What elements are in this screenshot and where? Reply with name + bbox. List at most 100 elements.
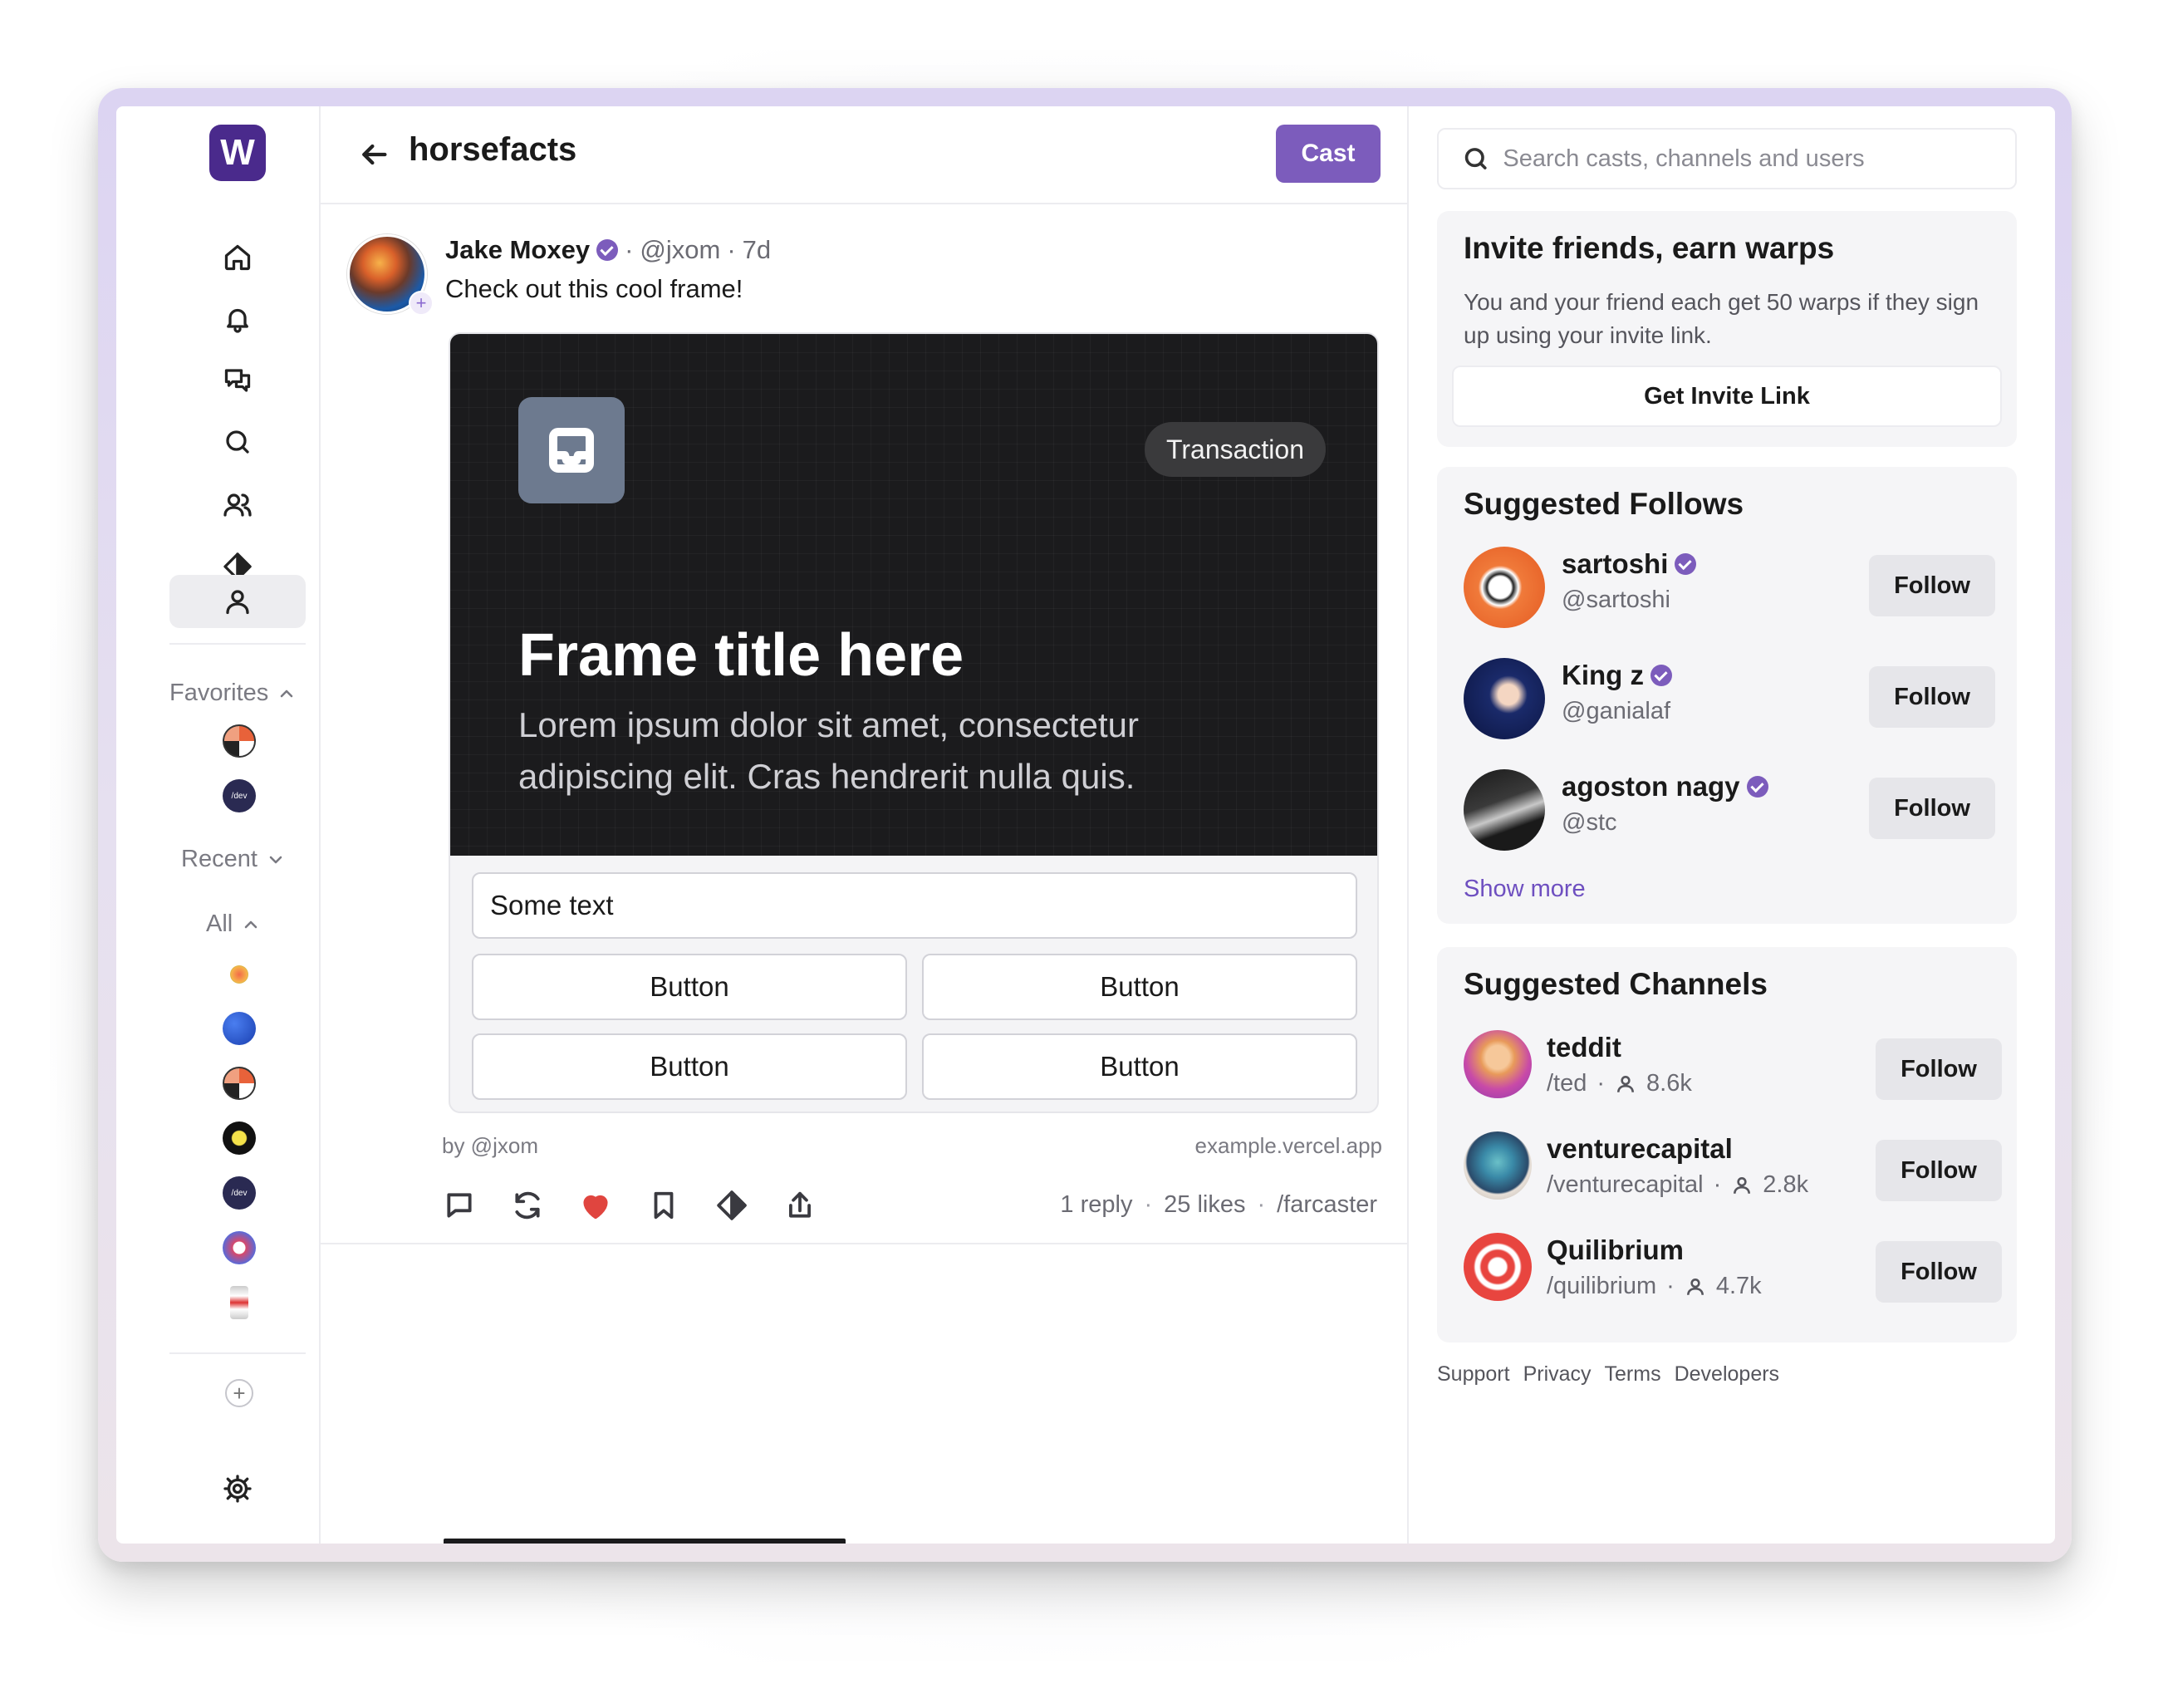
channel-4[interactable]	[223, 1121, 256, 1155]
inbox-icon	[518, 397, 625, 503]
user-name[interactable]: agoston nagy	[1562, 771, 1768, 802]
heart-icon[interactable]	[578, 1188, 613, 1223]
diamond-icon[interactable]	[714, 1188, 749, 1223]
suggested-channels-card: Suggested Channels teddit /ted · 8.6k Fo…	[1437, 947, 2017, 1342]
list-item: teddit /ted · 8.6k Follow	[1464, 1030, 2017, 1113]
channel-path[interactable]: /venturecapital	[1547, 1171, 1704, 1199]
follow-plus-icon[interactable]: +	[409, 291, 434, 316]
search-box[interactable]	[1437, 128, 2017, 189]
frame-author[interactable]: by @jxom	[442, 1133, 538, 1159]
frame-button-2[interactable]: Button	[922, 954, 1357, 1020]
invite-text: You and your friend each get 50 warps if…	[1464, 289, 1979, 348]
author-handle[interactable]: @jxom	[640, 235, 720, 265]
avatar[interactable]	[1464, 547, 1545, 628]
channel-meta: /ted · 8.6k	[1547, 1070, 1692, 1097]
reply-count[interactable]: 1 reply	[1060, 1191, 1132, 1219]
reply-icon[interactable]	[442, 1188, 477, 1223]
post-time[interactable]: 7d	[743, 235, 771, 265]
member-count: 4.7k	[1715, 1273, 1762, 1299]
avatar[interactable]	[1464, 658, 1545, 739]
favorites-label: Favorites	[169, 680, 269, 706]
suggested-follows-title: Suggested Follows	[1464, 487, 1744, 521]
channel-dev[interactable]: /dev	[223, 1176, 256, 1210]
post-stats: 1 reply · 25 likes · /farcaster	[1060, 1191, 1377, 1219]
frame-text-input[interactable]: Some text	[472, 872, 1357, 939]
like-count[interactable]: 25 likes	[1164, 1191, 1245, 1219]
channel-7[interactable]	[230, 1286, 248, 1319]
follow-button[interactable]: Follow	[1876, 1038, 2002, 1100]
post-channel[interactable]: /farcaster	[1277, 1191, 1377, 1219]
member-count: 8.6k	[1646, 1070, 1692, 1097]
frame-button-1[interactable]: Button	[472, 954, 907, 1020]
bell-icon[interactable]	[208, 292, 267, 346]
verified-icon	[1650, 665, 1672, 686]
frame-button-4[interactable]: Button	[922, 1033, 1357, 1100]
footer-link-privacy[interactable]: Privacy	[1523, 1362, 1592, 1387]
channel-blue[interactable]	[223, 1012, 256, 1045]
favorites-toggle[interactable]: Favorites	[169, 680, 297, 707]
channel-name[interactable]: teddit	[1547, 1032, 1621, 1063]
home-icon[interactable]	[208, 231, 267, 284]
avatar[interactable]	[1464, 769, 1545, 851]
post-divider	[321, 1243, 1407, 1244]
user-name[interactable]: King z	[1562, 660, 1672, 691]
frame-embed: Transaction Frame title here Lorem ipsum…	[449, 332, 1379, 1113]
follow-button[interactable]: Follow	[1869, 666, 1995, 728]
meta-separator: ·	[727, 235, 736, 264]
recent-toggle[interactable]: Recent	[181, 846, 286, 873]
search-input[interactable]	[1503, 145, 1992, 173]
recast-icon[interactable]	[510, 1188, 545, 1223]
user-handle[interactable]: @stc	[1562, 809, 1617, 837]
cast-button[interactable]: Cast	[1276, 125, 1381, 183]
add-channel-icon[interactable]: +	[225, 1379, 253, 1407]
user-handle[interactable]: @ganialaf	[1562, 698, 1670, 725]
frame-image[interactable]: Transaction Frame title here Lorem ipsum…	[450, 334, 1377, 856]
favorite-channel-dev[interactable]: /dev	[223, 779, 256, 812]
user-icon	[1617, 1075, 1635, 1092]
feed-header: horsefacts Cast	[321, 106, 1407, 204]
channel-path[interactable]: /ted	[1547, 1070, 1587, 1097]
follow-button[interactable]: Follow	[1876, 1241, 2002, 1303]
author-name[interactable]: Jake Moxey	[445, 235, 590, 265]
back-arrow-icon[interactable]	[357, 138, 390, 171]
invite-card: Invite friends, earn warps You and your …	[1437, 211, 2017, 447]
user-name[interactable]: sartoshi	[1562, 548, 1697, 580]
gear-icon[interactable]	[208, 1462, 267, 1515]
footer-link-support[interactable]: Support	[1437, 1362, 1510, 1387]
user-icon	[226, 590, 249, 615]
channel-6[interactable]	[223, 1231, 256, 1264]
footer-links: Support Privacy Terms Developers	[1437, 1362, 1779, 1387]
channel-meta: /venturecapital · 2.8k	[1547, 1171, 1809, 1199]
channel-name[interactable]: Quilibrium	[1547, 1234, 1684, 1266]
follow-button[interactable]: Follow	[1869, 778, 1995, 839]
channel-3[interactable]	[223, 1067, 256, 1100]
channel-name[interactable]: venturecapital	[1547, 1133, 1733, 1165]
channel-apple[interactable]	[230, 965, 248, 984]
chat-bubbles-icon[interactable]	[208, 354, 267, 407]
all-toggle[interactable]: All	[206, 910, 261, 938]
footer-link-terms[interactable]: Terms	[1605, 1362, 1661, 1387]
stats-separator: ·	[1144, 1191, 1153, 1218]
get-invite-link-button[interactable]: Get Invite Link	[1452, 366, 2002, 427]
favorite-channel-1[interactable]	[223, 724, 256, 758]
sidebar-divider	[169, 1352, 306, 1354]
profile-nav-item[interactable]	[169, 575, 306, 628]
frame-domain[interactable]: example.vercel.app	[1195, 1133, 1382, 1159]
post-header: Jake Moxey · @jxom · 7d	[445, 235, 771, 265]
follow-button[interactable]: Follow	[1869, 555, 1995, 616]
frame-button-3[interactable]: Button	[472, 1033, 907, 1100]
show-more-link[interactable]: Show more	[1464, 876, 1586, 903]
users-icon[interactable]	[208, 479, 267, 532]
bookmark-icon[interactable]	[646, 1188, 681, 1223]
channel-path[interactable]: /quilibrium	[1547, 1273, 1656, 1300]
footer-link-developers[interactable]: Developers	[1675, 1362, 1779, 1387]
avatar[interactable]	[1464, 1030, 1532, 1098]
app-logo[interactable]: W	[209, 125, 266, 181]
avatar[interactable]	[1464, 1131, 1532, 1200]
share-icon[interactable]	[782, 1188, 817, 1223]
invite-title: Invite friends, earn warps	[1464, 231, 1835, 265]
follow-button[interactable]: Follow	[1876, 1140, 2002, 1201]
search-icon[interactable]	[208, 415, 267, 469]
user-handle[interactable]: @sartoshi	[1562, 587, 1670, 614]
avatar[interactable]	[1464, 1233, 1532, 1301]
